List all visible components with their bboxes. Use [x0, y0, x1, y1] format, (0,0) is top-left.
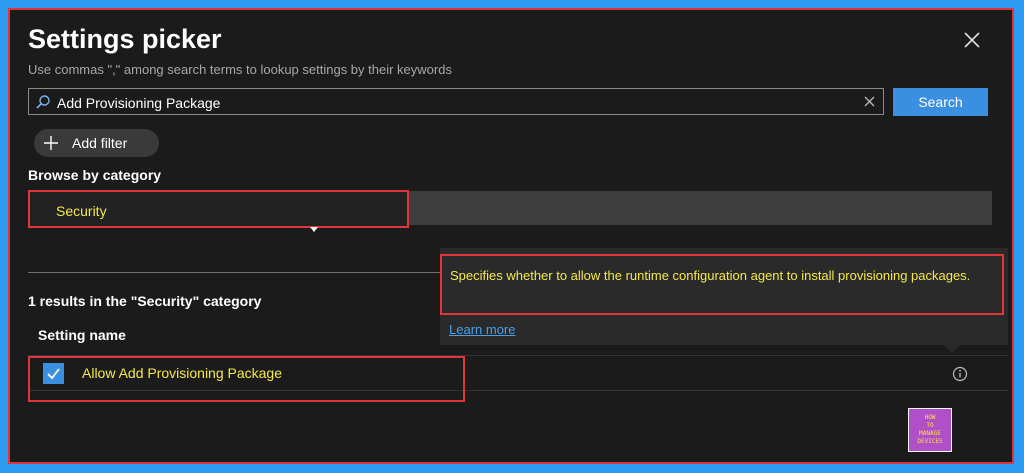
add-filter-label: Add filter	[72, 135, 128, 151]
tooltip-pointer	[944, 345, 960, 353]
search-input[interactable]	[55, 89, 859, 116]
tooltip-description: Specifies whether to allow the runtime c…	[440, 254, 1004, 315]
close-icon[interactable]	[962, 30, 982, 50]
search-box	[28, 88, 884, 116]
learn-more-link[interactable]: Learn more	[449, 322, 515, 337]
section-divider	[28, 272, 440, 273]
dialog-title: Settings picker	[28, 24, 222, 54]
logo-line: HOW	[924, 414, 936, 421]
checkmark-icon	[47, 368, 60, 380]
clear-search-icon[interactable]	[864, 96, 875, 107]
plus-icon	[44, 136, 58, 150]
logo-line: TO	[926, 422, 934, 429]
logo-line: MANAGE	[919, 430, 941, 437]
dialog-subtitle: Use commas "," among search terms to loo…	[28, 62, 452, 77]
add-filter-button[interactable]: Add filter	[34, 129, 159, 157]
settings-picker-dialog: Settings picker Use commas "," among sea…	[8, 8, 1014, 464]
column-header-setting-name: Setting name	[38, 327, 126, 343]
info-icon[interactable]	[952, 366, 968, 382]
logo-line: DEVICES	[917, 438, 943, 445]
search-icon	[36, 95, 50, 109]
info-tooltip: Specifies whether to allow the runtime c…	[440, 248, 1008, 345]
caret-down-icon	[310, 227, 318, 232]
search-button[interactable]: Search	[893, 88, 988, 116]
category-tab-security[interactable]: Security	[28, 190, 409, 228]
category-label: Security	[56, 203, 107, 219]
browse-by-category-label: Browse by category	[28, 167, 162, 183]
how-to-manage-devices-logo: HOW TO MANAGE DEVICES	[908, 408, 952, 452]
setting-checkbox[interactable]	[43, 363, 64, 384]
setting-name: Allow Add Provisioning Package	[82, 365, 283, 381]
results-summary: 1 results in the "Security" category	[28, 293, 262, 309]
